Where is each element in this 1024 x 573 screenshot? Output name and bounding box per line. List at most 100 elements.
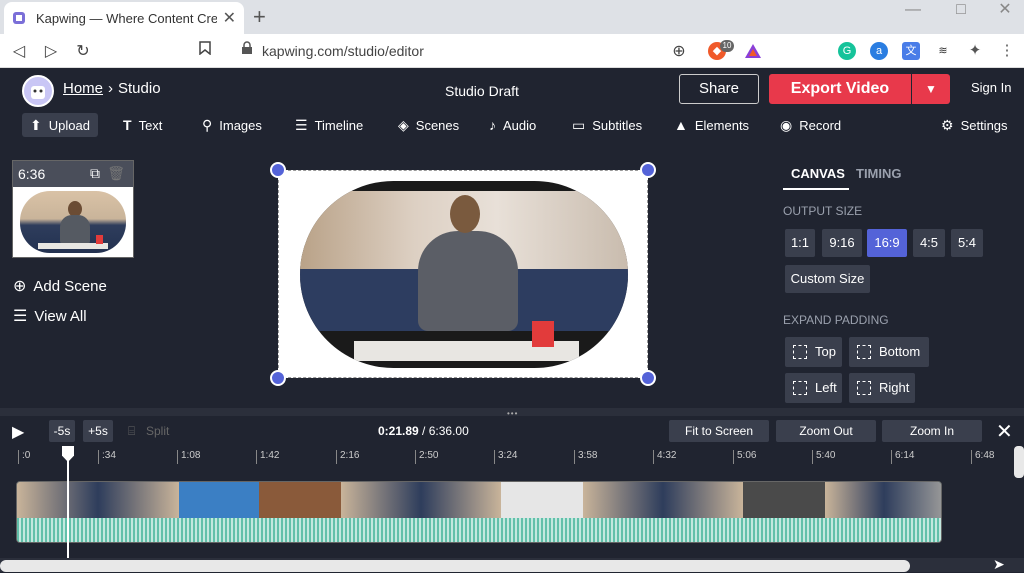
size-9-16-button[interactable]: 9:16 — [822, 229, 862, 257]
scene-card[interactable]: 6:36 ⧉ 🗑 — [12, 160, 134, 258]
resize-handle-top-left[interactable] — [270, 162, 286, 178]
canvas[interactable] — [278, 170, 648, 378]
sign-in-link[interactable]: Sign In — [971, 80, 1011, 95]
timeline-ruler[interactable]: :0 :34 1:08 1:42 2:16 2:50 3:24 3:58 4:3… — [0, 446, 1024, 466]
zoom-in-button[interactable]: Zoom In — [882, 420, 982, 442]
clip-thumbnail — [17, 482, 179, 518]
minimize-icon[interactable]: — — [890, 0, 936, 20]
resize-handle-top-right[interactable] — [640, 162, 656, 178]
breadcrumb-home[interactable]: Home — [63, 80, 103, 97]
tab-timing[interactable]: TIMING — [856, 166, 902, 181]
forward-icon[interactable]: ▷ — [40, 41, 62, 61]
size-4-5-button[interactable]: 4:5 — [913, 229, 945, 257]
bookmark-icon[interactable] — [194, 41, 216, 60]
size-1-1-button[interactable]: 1:1 — [785, 229, 815, 257]
add-scene-label: Add Scene — [33, 277, 107, 295]
ruler-tick: 2:50 — [415, 450, 438, 464]
close-timeline-icon[interactable]: ✕ — [996, 419, 1013, 444]
music-note-icon: ♪ — [489, 117, 496, 133]
padding-right-button[interactable]: Right — [849, 373, 915, 403]
back-5s-button[interactable]: -5s — [49, 420, 75, 442]
padding-bottom-button[interactable]: Bottom — [849, 337, 929, 367]
export-video-button[interactable]: Export Video — [769, 74, 911, 104]
clip-thumbnail — [259, 482, 341, 518]
resize-handle-bottom-left[interactable] — [270, 370, 286, 386]
kapwing-logo[interactable] — [22, 75, 54, 107]
tab-close-icon[interactable]: ✕ — [223, 8, 236, 28]
horizontal-scrollbar[interactable] — [0, 560, 910, 572]
export-options-chevron-icon[interactable]: ▼ — [912, 74, 950, 104]
browser-tab-strip: Kapwing — Where Content Creat ✕ + — □ ✕ — [0, 0, 1024, 34]
toolbar-record[interactable]: ◉ Record — [772, 113, 849, 137]
toolbar-timeline[interactable]: ☰ Timeline — [287, 113, 371, 137]
toolbar-label: Settings — [960, 117, 1008, 133]
toolbar-subtitles[interactable]: ▭ Subtitles — [564, 113, 650, 137]
add-scene-button[interactable]: ⊕ Add Scene — [13, 276, 107, 296]
tab-canvas[interactable]: CANVAS — [791, 166, 845, 181]
upload-icon: ⬆ — [30, 116, 42, 133]
toolbar-text[interactable]: T Text — [115, 113, 170, 137]
reload-icon[interactable]: ↻ — [72, 41, 94, 61]
project-title[interactable]: Studio Draft — [445, 83, 519, 99]
url-field[interactable]: kapwing.com/studio/editor — [262, 43, 424, 59]
grammarly-icon[interactable]: G — [838, 42, 856, 60]
duplicate-icon[interactable]: ⧉ — [90, 165, 100, 182]
split-icon: ⌸ — [128, 424, 136, 438]
timeline-icon: ☰ — [295, 116, 308, 133]
custom-size-button[interactable]: Custom Size — [785, 265, 870, 293]
video-track[interactable] — [16, 481, 942, 543]
toolbar-audio[interactable]: ♪ Audio — [481, 113, 544, 137]
size-5-4-button[interactable]: 5:4 — [951, 229, 983, 257]
toolbar-upload[interactable]: ⬆ Upload — [22, 113, 98, 137]
ruler-tick: 5:06 — [733, 450, 756, 464]
lock-icon — [236, 41, 258, 60]
scene-duration: 6:36 — [18, 166, 46, 182]
share-button[interactable]: Share — [679, 74, 759, 104]
highlighter-icon[interactable]: ≋ — [934, 42, 952, 60]
brave-badge: 10 — [720, 40, 734, 52]
maximize-icon[interactable]: □ — [938, 0, 984, 20]
search-icon: ⚲ — [202, 116, 213, 133]
zoom-plus-icon[interactable]: ⊕ — [668, 41, 690, 61]
ruler-tick: 6:14 — [891, 450, 914, 464]
extensions-puzzle-icon[interactable]: ✦ — [966, 42, 984, 60]
play-icon[interactable]: ▶ — [12, 422, 24, 442]
brave-rewards-icon[interactable] — [744, 42, 762, 60]
toolbar-settings[interactable]: ⚙ Settings — [933, 113, 1016, 137]
app-header: Home › Studio Studio Draft Share Export … — [0, 68, 1024, 110]
toolbar-elements[interactable]: ▲ Elements — [666, 113, 757, 137]
playhead-line[interactable] — [67, 448, 69, 558]
back-icon[interactable]: ◁ — [8, 41, 30, 61]
browser-tab[interactable]: Kapwing — Where Content Creat ✕ — [4, 2, 244, 34]
view-all-button[interactable]: ☰ View All — [13, 306, 87, 326]
close-window-icon[interactable]: ✕ — [982, 0, 1024, 20]
expand-padding-label: EXPAND PADDING — [783, 313, 889, 327]
toolbar-scenes[interactable]: ◈ Scenes — [390, 113, 467, 137]
mouse-cursor-icon: ➤ — [993, 556, 1005, 572]
toolbar-label: Subtitles — [592, 117, 643, 133]
editor-toolbar: ⬆ Upload T Text ⚲ Images ☰ Timeline ◈ Scenes … — [0, 110, 1024, 140]
text-icon: T — [123, 117, 132, 133]
trash-icon[interactable]: 🗑 — [107, 165, 125, 182]
new-tab-button[interactable]: + — [253, 4, 266, 30]
padding-left-button[interactable]: Left — [785, 373, 842, 403]
resize-handle-bottom-right[interactable] — [640, 370, 656, 386]
breadcrumb-separator: › — [108, 80, 113, 97]
gear-icon: ⚙ — [941, 116, 954, 133]
vertical-scrollbar[interactable] — [1014, 446, 1024, 478]
toolbar-images[interactable]: ⚲ Images — [194, 113, 270, 137]
forward-5s-button[interactable]: +5s — [83, 420, 113, 442]
size-16-9-button[interactable]: 16:9 — [867, 229, 907, 257]
tab-title: Kapwing — Where Content Creat — [36, 10, 217, 26]
browser-menu-icon[interactable]: ⋮ — [998, 42, 1016, 60]
toolbar-label: Elements — [694, 117, 750, 133]
padding-top-button[interactable]: Top — [785, 337, 842, 367]
amazon-assistant-icon[interactable]: a — [870, 42, 888, 60]
dashed-square-icon — [857, 345, 871, 359]
dashed-square-icon — [857, 381, 871, 395]
zoom-out-button[interactable]: Zoom Out — [776, 420, 876, 442]
split-button[interactable]: Split — [146, 424, 169, 438]
translate-icon[interactable]: 文 — [902, 42, 920, 60]
fit-to-screen-button[interactable]: Fit to Screen — [669, 420, 769, 442]
video-layer[interactable] — [300, 181, 628, 368]
